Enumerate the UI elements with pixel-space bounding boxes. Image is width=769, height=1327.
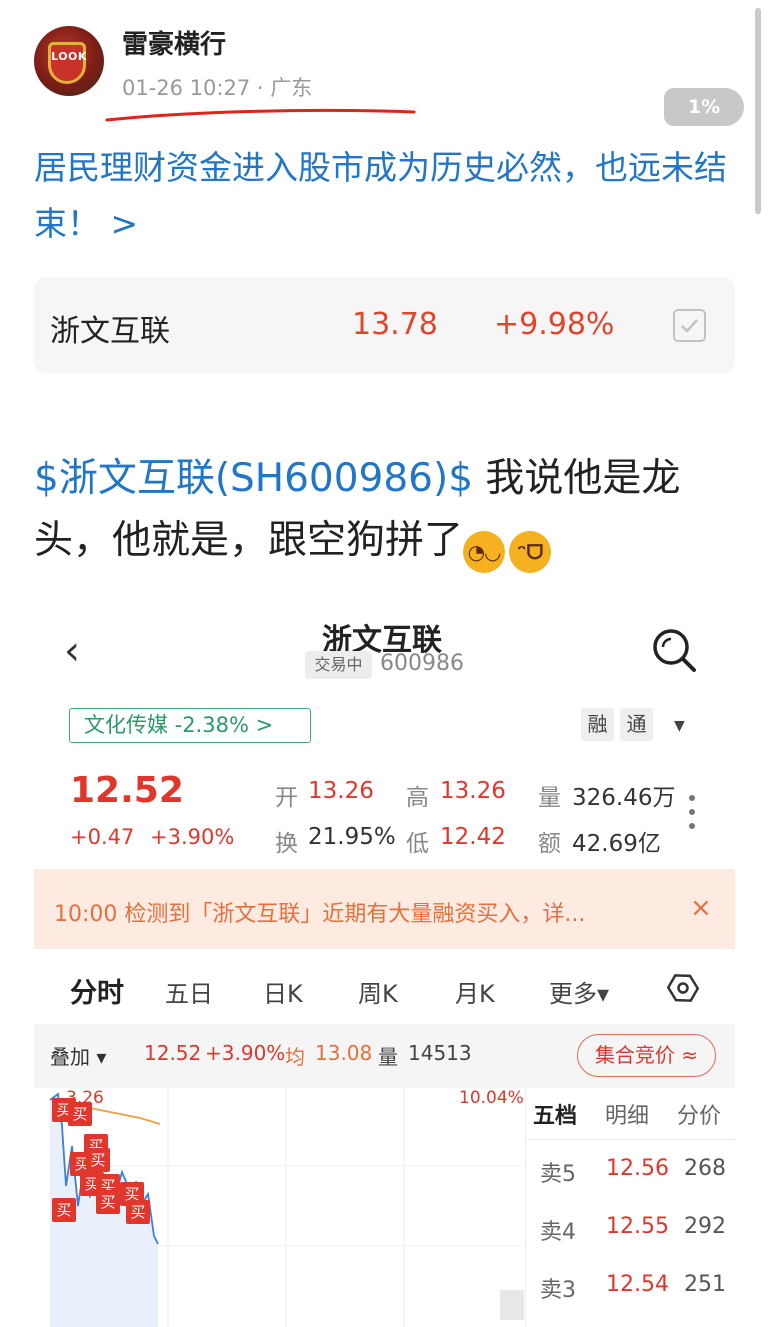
watchlist-check-icon[interactable] <box>673 309 706 342</box>
overlay-dropdown[interactable]: 叠加 ▾ <box>50 1041 106 1070</box>
red-underline-annotation <box>105 108 416 122</box>
low-value: 12.42 <box>440 824 506 850</box>
auction-label: 集合竞价 <box>594 1043 675 1067</box>
stock-card-change: +9.98% <box>494 307 615 342</box>
more-vertical-icon[interactable] <box>689 795 697 837</box>
ask-level-volume: 292 <box>684 1214 726 1239</box>
subbar-pct: +3.90% <box>205 1041 286 1065</box>
scroll-percent-badge: 1% <box>664 88 744 126</box>
chart-scroll-handle[interactable] <box>500 1290 524 1320</box>
high-label: 高 <box>406 785 429 811</box>
avg-label: 均 <box>285 1045 305 1069</box>
tab-five-day[interactable]: 五日 <box>165 974 213 1009</box>
tab-daily-k[interactable]: 日K <box>263 974 303 1009</box>
current-price: 12.52 <box>70 770 184 811</box>
auction-arrow-icon: ≈ <box>681 1043 699 1067</box>
username[interactable]: 雷豪横行 <box>122 24 226 61</box>
buy-marker: 买 <box>96 1190 120 1214</box>
tab-weekly-k[interactable]: 周K <box>358 974 398 1009</box>
avatar-shield-icon <box>48 42 86 84</box>
trading-status-badge: 交易中 <box>305 651 372 679</box>
buy-markers: 买 买 买 买 买 买 买 买 买 买 买 <box>50 1086 160 1226</box>
ask-level-price: 12.56 <box>606 1156 669 1181</box>
stock-card-name: 浙文互联 <box>50 314 170 349</box>
stock-tag-link[interactable]: $浙文互联(SH600986)$ <box>34 456 473 501</box>
subbar-vol-label: 量 <box>378 1045 398 1069</box>
grin-face-emoji: ᵔᗜ <box>509 531 552 573</box>
back-chevron-icon[interactable]: ‹ <box>64 628 80 674</box>
tab-five-level[interactable]: 五档 <box>533 1098 577 1130</box>
auction-button[interactable]: 集合竞价 ≈ <box>577 1034 716 1077</box>
stock-code: 600986 <box>380 651 464 676</box>
ask-level-volume: 251 <box>684 1272 726 1297</box>
tab-price-split[interactable]: 分价 <box>677 1098 721 1130</box>
ask-level-label: 卖4 <box>540 1220 576 1245</box>
avg-value: 13.08 <box>315 1041 373 1065</box>
margin-tag-rong[interactable]: 融 <box>581 708 614 741</box>
open-label: 开 <box>275 785 298 811</box>
chevron-down-icon[interactable]: ▼ <box>674 718 685 734</box>
search-icon[interactable] <box>650 626 698 674</box>
close-icon[interactable]: × <box>690 893 712 923</box>
buy-marker: 买 <box>52 1198 76 1222</box>
open-value: 13.26 <box>308 778 374 804</box>
change-abs: +0.47 <box>70 825 135 849</box>
subbar-vol-value: 14513 <box>408 1041 472 1065</box>
tab-detail[interactable]: 明细 <box>605 1098 649 1130</box>
buy-marker: 买 <box>86 1148 110 1172</box>
subbar-price: 12.52 <box>144 1041 202 1065</box>
post-meta: 01-26 10:27 · 广东 <box>122 76 313 100</box>
divider <box>525 1139 735 1140</box>
amount-label: 额 <box>538 831 561 857</box>
avatar-text: LOOK <box>51 50 87 63</box>
post-body: $浙文互联(SH600986)$ 我说他是龙头，他就是，跟空狗拼了 ◔◡ ᵔᗜ <box>34 448 744 573</box>
margin-tag-tong[interactable]: 通 <box>620 708 653 741</box>
sector-link[interactable]: 文化传媒 -2.38% > <box>69 708 311 743</box>
ask-level-price: 12.55 <box>606 1214 669 1239</box>
tab-more[interactable]: 更多▾ <box>549 974 609 1009</box>
low-label: 低 <box>406 831 429 857</box>
post-headline-link[interactable]: 居民理财资金进入股市成为历史必然，也远未结束！ > <box>34 140 739 252</box>
avatar[interactable]: LOOK <box>34 26 104 96</box>
stock-card-price: 13.78 <box>352 307 438 342</box>
alert-text[interactable]: 10:00 检测到「浙文互联」近期有大量融资买入，详... <box>54 896 585 928</box>
ask-level-label: 卖3 <box>540 1278 576 1303</box>
turnover-label: 换 <box>275 831 298 857</box>
high-value: 13.26 <box>440 778 506 804</box>
tab-intraday[interactable]: 分时 <box>70 971 124 1010</box>
ask-level-label: 卖5 <box>540 1162 576 1187</box>
buy-marker: 买 <box>68 1102 92 1126</box>
ask-level-volume: 268 <box>684 1156 726 1181</box>
amount-value: 42.69亿 <box>572 831 661 857</box>
tab-monthly-k[interactable]: 月K <box>455 974 495 1009</box>
buy-marker: 买 <box>126 1200 150 1224</box>
chart-top-pct: 10.04% <box>459 1088 524 1108</box>
ask-level-price: 12.54 <box>606 1272 669 1297</box>
volume-value: 326.46万 <box>572 785 676 811</box>
smirk-face-emoji: ◔◡ <box>463 531 506 573</box>
turnover-value: 21.95% <box>308 824 396 850</box>
change-pct: +3.90% <box>150 825 235 849</box>
volume-label: 量 <box>538 785 561 811</box>
settings-hex-icon[interactable] <box>667 972 699 1004</box>
scrollbar[interactable] <box>755 8 761 214</box>
